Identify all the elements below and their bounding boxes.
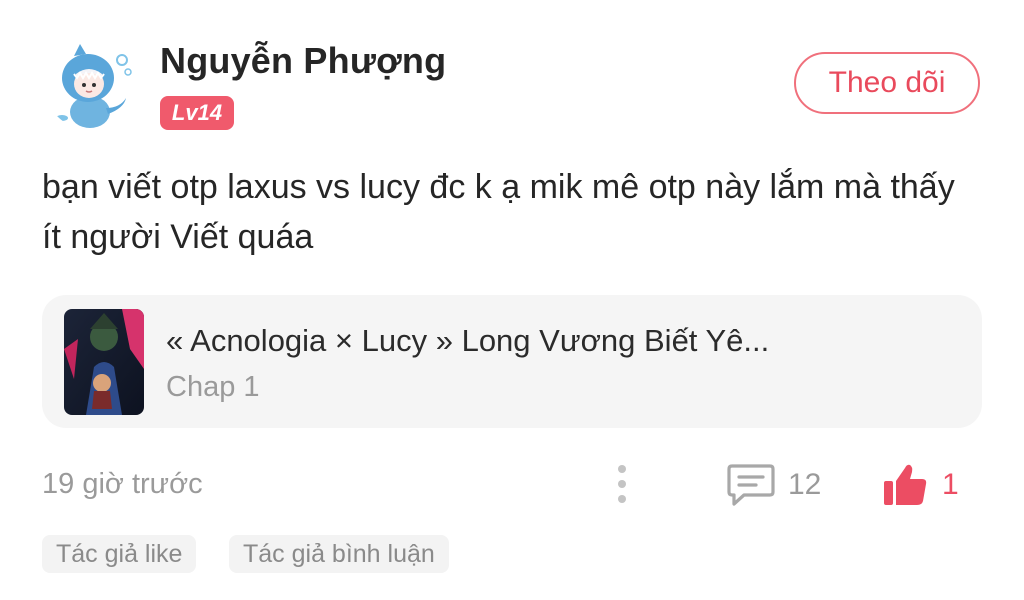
follow-button[interactable]: Theo dõi [794,52,980,114]
story-cover-image [64,309,144,415]
level-badge: Lv14 [160,96,234,130]
comment-timestamp: 19 giờ trước [42,468,203,500]
like-count: 1 [942,468,959,501]
reply-button[interactable]: 12 [726,460,836,510]
more-options-button[interactable] [604,462,640,506]
reply-count: 12 [788,468,822,501]
like-button[interactable]: 1 [880,458,970,512]
tag-author-liked: Tác giả like [42,535,197,573]
avatar[interactable] [44,38,136,130]
author-name[interactable]: Nguyễn Phượng [160,40,446,82]
story-card[interactable]: « Acnologia × Lucy » Long Vương Biết Yê.… [42,295,982,428]
thumbs-up-icon [884,464,927,505]
comment-icon [727,464,775,506]
story-chapter: Chap 1 [166,371,260,403]
comment-text: bạn viết otp laxus vs lucy đc k ạ mik mê… [42,168,955,256]
story-title: « Acnologia × Lucy » Long Vương Biết Yê.… [166,323,770,358]
more-vertical-icon [618,465,626,503]
shark-hoodie-avatar-icon [44,38,136,130]
tag-author-commented: Tác giả bình luận [229,535,449,573]
